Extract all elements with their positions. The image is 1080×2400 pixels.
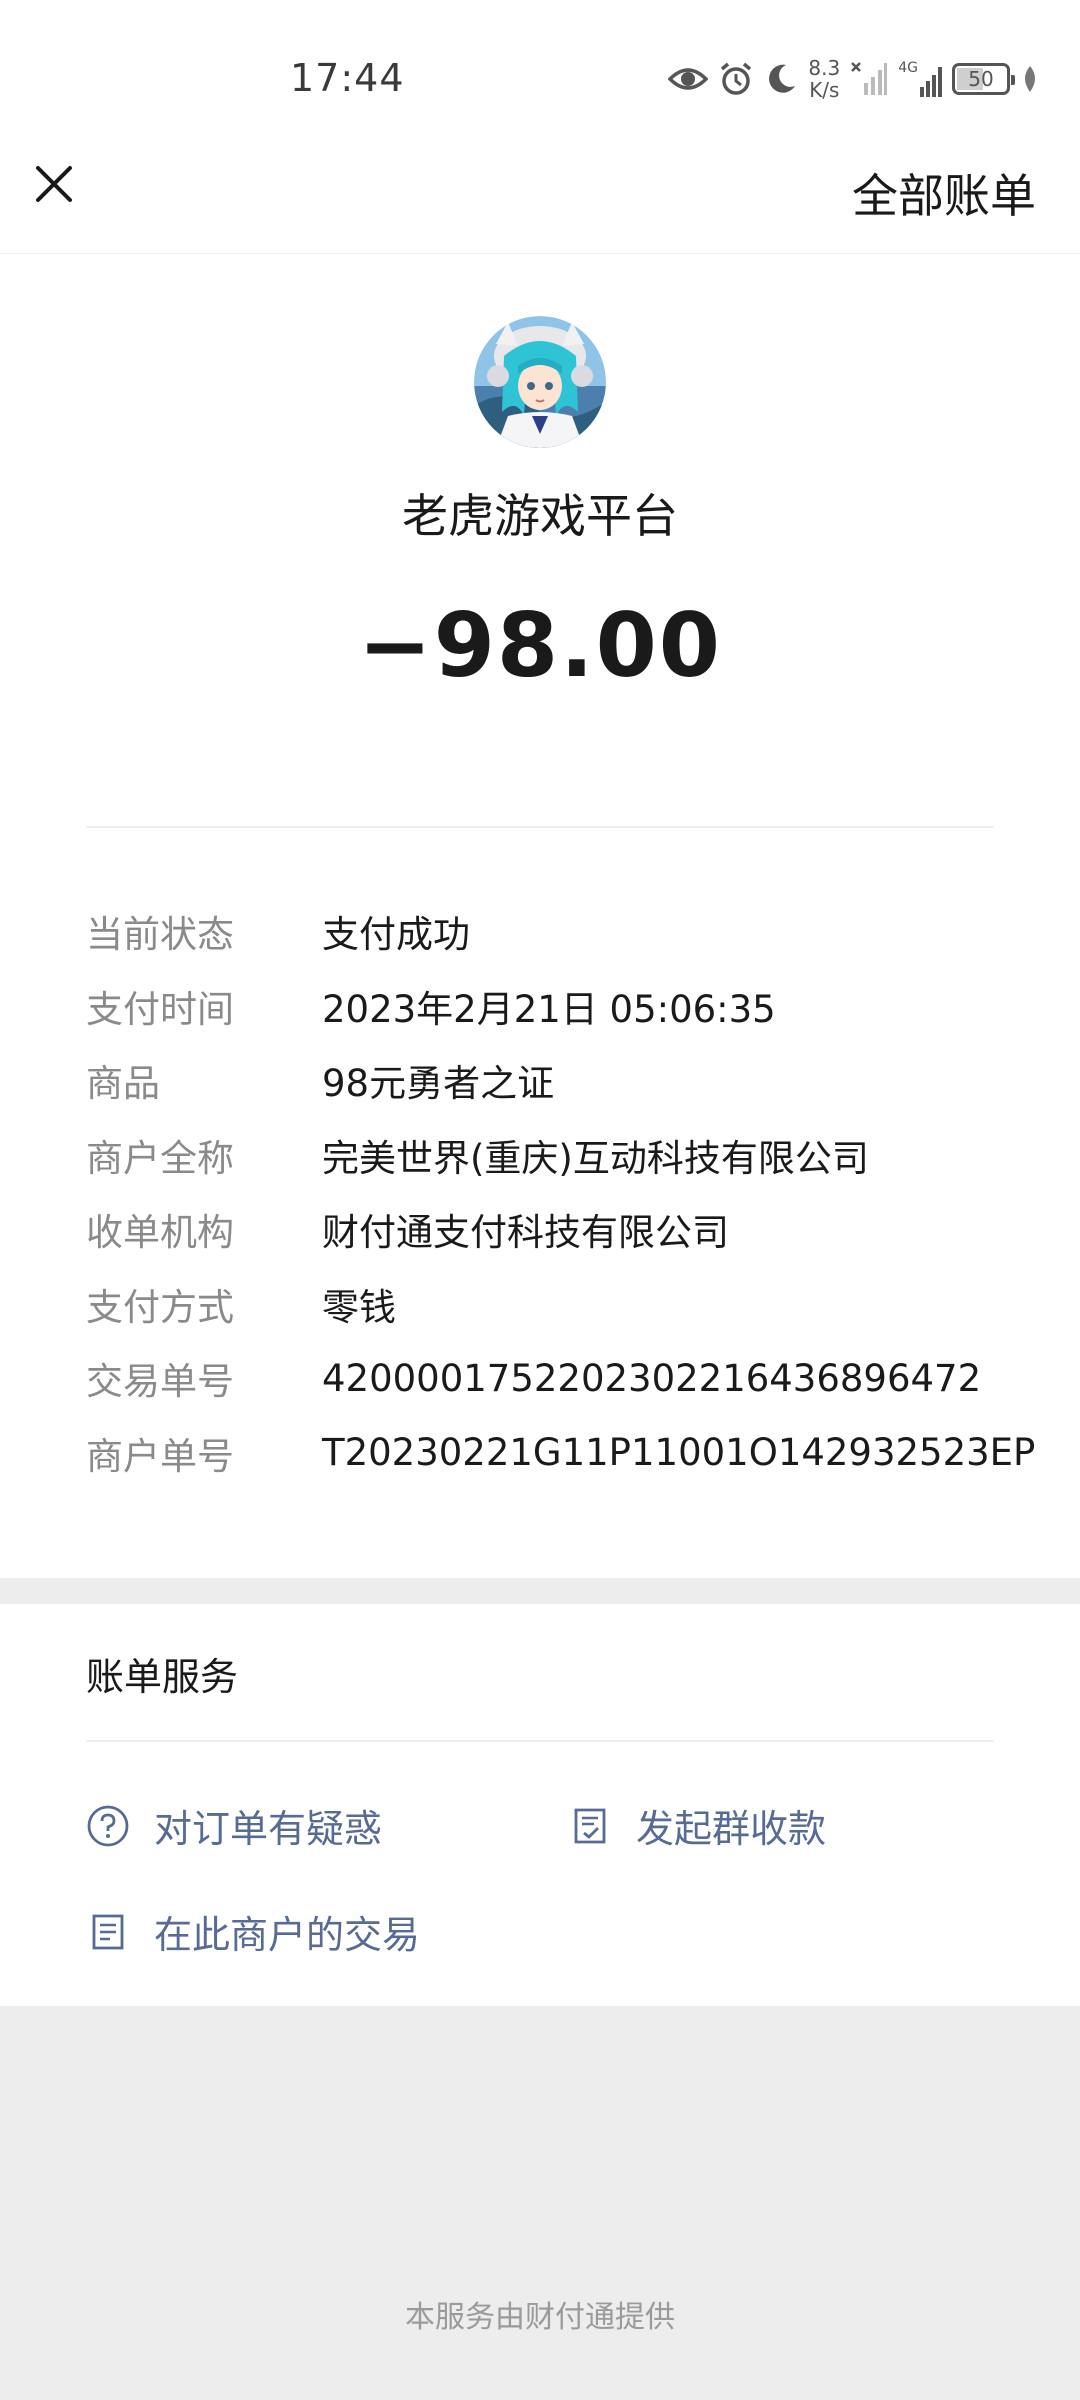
bill-detail-page: 17:44 8.3 K/s 4G 50 全部账单 老虎游戏平台 −98.00 当… <box>0 0 1080 2400</box>
detail-value: 完美世界(重庆)互动科技有限公司 <box>322 1136 869 1180</box>
detail-row-product: 商品 98元勇者之证 <box>86 1043 1046 1118</box>
detail-label: 支付时间 <box>86 987 234 1031</box>
alarm-icon <box>721 62 752 95</box>
detail-value[interactable]: 4200001752202302216436896472 <box>322 1357 981 1400</box>
service-item-label: 对订单有疑惑 <box>154 1807 383 1851</box>
detail-value: 2023年2月21日 05:06:35 <box>322 987 776 1031</box>
detail-label: 当前状态 <box>86 913 234 957</box>
detail-label: 收单机构 <box>86 1211 234 1255</box>
leaf-icon <box>1025 66 1035 92</box>
header: 全部账单 <box>0 130 1080 254</box>
section-title: 账单服务 <box>86 1655 239 1699</box>
eye-icon <box>668 68 709 90</box>
moon-icon <box>769 64 796 93</box>
merchant-transactions-link[interactable]: 在此商户的交易 <box>86 1904 420 1959</box>
detail-row-merchant-full-name: 商户全称 完美世界(重庆)互动科技有限公司 <box>86 1118 1046 1193</box>
document-check-icon <box>574 1808 606 1843</box>
detail-row-acquirer: 收单机构 财付通支付科技有限公司 <box>86 1192 1046 1267</box>
transaction-card: 老虎游戏平台 −98.00 当前状态 支付成功 支付时间 2023年2月21日 … <box>0 254 1080 1578</box>
detail-row-pay-time: 支付时间 2023年2月21日 05:06:35 <box>86 969 1046 1044</box>
service-item-label: 发起群收款 <box>636 1807 827 1851</box>
divider <box>86 1740 994 1742</box>
detail-label: 商户全称 <box>86 1136 234 1180</box>
net-speed-unit: K/s <box>809 78 840 102</box>
bill-service-section: 账单服务 对订单有疑惑 发起群收款 在此商户的交易 <box>0 1604 1080 2006</box>
detail-row-merchant-order-id: 商户单号 T20230221G11P11001O142932523EP <box>86 1416 1046 1491</box>
service-item-label: 在此商户的交易 <box>154 1913 421 1957</box>
group-collection-link[interactable]: 发起群收款 <box>568 1798 826 1853</box>
merchant-name: 老虎游戏平台 <box>402 489 678 543</box>
transaction-amount: −98.00 <box>357 594 723 697</box>
document-list-icon <box>92 1914 124 1949</box>
status-time: 17:44 <box>290 56 405 100</box>
merchant-avatar <box>474 316 606 448</box>
detail-label: 支付方式 <box>86 1285 234 1329</box>
detail-value: 财付通支付科技有限公司 <box>322 1211 729 1255</box>
battery-level: 50 <box>968 67 994 91</box>
all-bills-link[interactable]: 全部账单 <box>852 160 1036 226</box>
detail-label: 交易单号 <box>86 1360 234 1404</box>
detail-list: 当前状态 支付成功 支付时间 2023年2月21日 05:06:35 商品 98… <box>86 894 1046 1490</box>
signal-4g-icon: 4G <box>898 61 942 97</box>
detail-row-transaction-id: 交易单号 4200001752202302216436896472 <box>86 1341 1046 1416</box>
footer-note: 本服务由财付通提供 <box>405 2300 675 2335</box>
divider <box>86 826 994 828</box>
detail-row-payment-method: 支付方式 零钱 <box>86 1267 1046 1342</box>
detail-label: 商品 <box>86 1062 160 1106</box>
detail-value: 零钱 <box>322 1285 396 1329</box>
detail-value: 98元勇者之证 <box>322 1062 555 1106</box>
net-speed-value: 8.3 <box>808 56 841 80</box>
network-type: 4G <box>898 60 918 76</box>
detail-row-status: 当前状态 支付成功 <box>86 894 1046 969</box>
status-icons: 8.3 K/s 4G 50 <box>668 54 1040 104</box>
detail-value[interactable]: T20230221G11P11001O142932523EP <box>322 1431 1035 1474</box>
question-circle-icon <box>87 1805 129 1846</box>
detail-label: 商户单号 <box>86 1434 234 1478</box>
detail-value: 支付成功 <box>322 913 470 957</box>
battery-icon: 50 <box>952 63 1015 95</box>
network-speed: 8.3 K/s <box>808 57 840 101</box>
order-question-link[interactable]: 对订单有疑惑 <box>86 1798 382 1853</box>
signal-off-icon <box>851 62 888 95</box>
close-icon[interactable] <box>28 158 80 210</box>
